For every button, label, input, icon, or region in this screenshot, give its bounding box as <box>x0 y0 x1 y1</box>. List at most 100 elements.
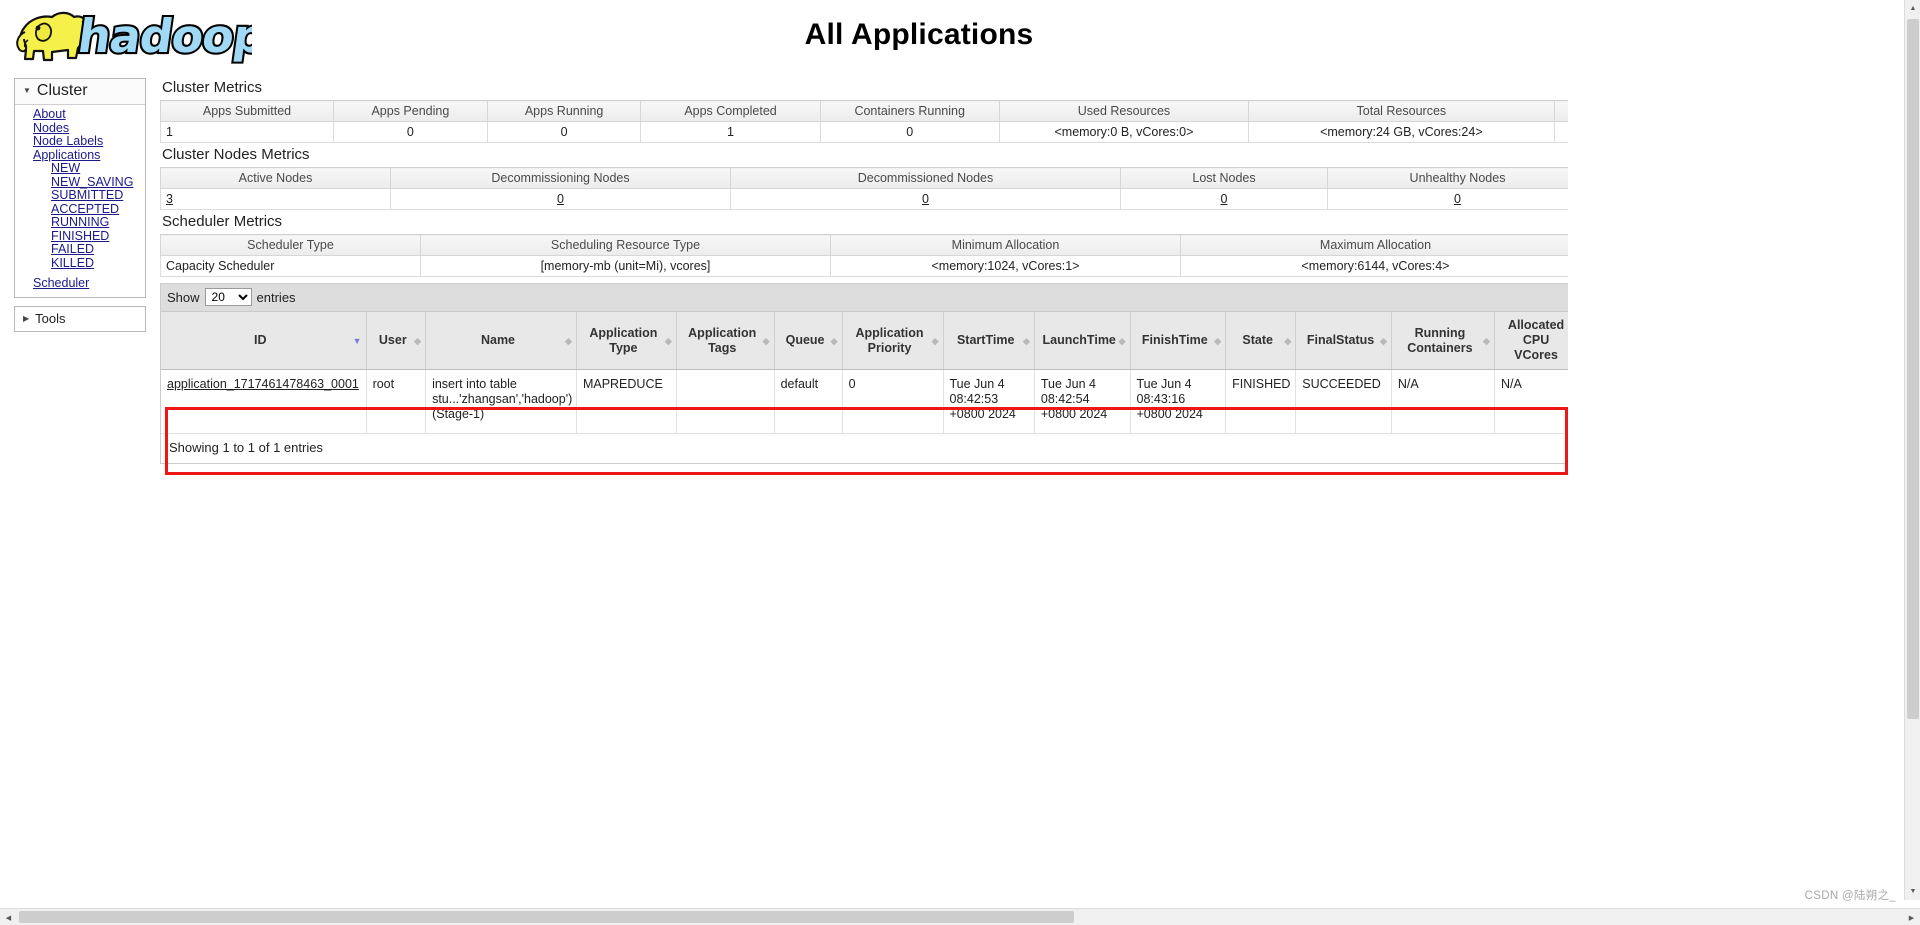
val-unhealthy-nodes[interactable]: 0 <box>1454 192 1461 206</box>
val-lost-nodes[interactable]: 0 <box>1221 192 1228 206</box>
th-user[interactable]: User ◆ <box>366 312 427 370</box>
sidebar-item-submitted[interactable]: SUBMITTED <box>15 188 145 203</box>
cluster-metrics-header-row: Apps Submitted Apps Pending Apps Running… <box>159 100 1568 122</box>
scheduler-metrics-table: Scheduler Type Scheduling Resource Type … <box>160 234 1568 277</box>
cell-application-type: MAPREDUCE <box>576 369 677 434</box>
th-label: Application Priority <box>855 325 924 355</box>
th-running-containers[interactable]: Running Containers ◆ <box>1391 312 1495 370</box>
th-label: State <box>1242 333 1273 347</box>
cluster-nodes-metrics-table: Active Nodes Decommissioning Nodes Decom… <box>160 167 1568 210</box>
th-state[interactable]: State ◆ <box>1225 312 1297 370</box>
th-launchtime[interactable]: LaunchTime ◆ <box>1034 312 1131 370</box>
scheduler-metrics-value-row: Capacity Scheduler [memory-mb (unit=Mi),… <box>160 255 1568 277</box>
sidebar-item-scheduler[interactable]: Scheduler <box>15 276 145 291</box>
sort-icon: ◆ <box>931 335 939 346</box>
col-unhealthy-nodes: Unhealthy Nodes <box>1327 167 1568 189</box>
cell-finalstatus: SUCCEEDED <box>1295 369 1392 434</box>
th-label: StartTime <box>956 333 1015 347</box>
th-finishtime[interactable]: FinishTime ◆ <box>1130 312 1227 370</box>
page-viewport: hadoop All Applications ▼ Cluster About … <box>0 0 1568 900</box>
th-application-tags[interactable]: Application Tags ◆ <box>676 312 775 370</box>
col-maximum-allocation: Maximum Allocation <box>1180 234 1568 256</box>
th-application-type[interactable]: Application Type ◆ <box>576 312 677 370</box>
val-active-nodes[interactable]: 3 <box>166 192 173 206</box>
sort-icon: ◆ <box>1284 335 1292 346</box>
horizontal-scroll-thumb[interactable] <box>19 911 1074 923</box>
col-active-nodes: Active Nodes <box>160 167 391 189</box>
scroll-left-icon[interactable]: ◀ <box>0 909 17 925</box>
scheduler-metrics-title: Scheduler Metrics <box>162 213 283 230</box>
th-queue[interactable]: Queue ◆ <box>774 312 843 370</box>
main-content: Cluster Metrics Apps Submitted Apps Pend… <box>159 78 1568 464</box>
applications-header-row: ID ▼ User ◆ Name ◆ Application Type ◆ Applic… <box>161 312 1568 370</box>
show-label: Show <box>167 289 200 305</box>
cluster-metrics-value-row: 1 0 0 1 0 <memory:0 B, vCores:0> <memory… <box>159 121 1568 143</box>
th-name[interactable]: Name ◆ <box>425 312 577 370</box>
vertical-scrollbar[interactable]: ▲ ▼ <box>1904 0 1920 900</box>
col-apps-completed: Apps Completed <box>640 100 821 122</box>
browser-page: hadoop All Applications ▼ Cluster About … <box>0 0 1920 925</box>
sidebar-tools-panel[interactable]: ▶ Tools <box>14 305 146 332</box>
sidebar-item-new[interactable]: NEW <box>15 161 145 176</box>
sort-icon: ◆ <box>830 335 838 346</box>
th-allocated-cpu-vcores[interactable]: Allocated CPU VCores◆ <box>1494 312 1568 370</box>
sort-desc-icon: ▼ <box>352 335 362 346</box>
sidebar-item-finished[interactable]: FINISHED <box>15 229 145 244</box>
vertical-scroll-thumb[interactable] <box>1907 19 1919 719</box>
val-total-resources: <memory:24 GB, vCores:24> <box>1248 121 1555 143</box>
sidebar-item-about[interactable]: About <box>15 107 145 122</box>
sort-icon: ◆ <box>565 335 572 346</box>
sidebar-item-nodes[interactable]: Nodes <box>15 121 145 136</box>
sidebar-item-failed[interactable]: FAILED <box>15 242 145 257</box>
th-label: Queue <box>785 333 825 347</box>
th-id[interactable]: ID ▼ <box>161 312 367 370</box>
scheduler-metrics-header-row: Scheduler Type Scheduling Resource Type … <box>160 234 1568 256</box>
table-row[interactable]: application_1717461478463_0001 root inse… <box>161 369 1568 434</box>
val-apps-completed: 1 <box>640 121 821 143</box>
th-label: LaunchTime <box>1042 333 1116 347</box>
cell-application-priority: 0 <box>842 369 944 434</box>
sidebar-item-accepted[interactable]: ACCEPTED <box>15 202 145 217</box>
th-application-priority[interactable]: Application Priority ◆ <box>842 312 944 370</box>
page-size-select[interactable]: 20 40 60 80 100 <box>204 288 252 306</box>
page-title: All Applications <box>804 18 1034 51</box>
sidebar-cluster-header[interactable]: ▼ Cluster <box>15 79 145 105</box>
val-maximum-allocation: <memory:6144, vCores:4> <box>1180 255 1568 277</box>
sidebar-item-running[interactable]: RUNNING <box>15 215 145 230</box>
val-decommissioned-nodes[interactable]: 0 <box>922 192 929 206</box>
col-lost-nodes: Lost Nodes <box>1120 167 1328 189</box>
watermark: CSDN @陆朔之_ <box>1804 890 1896 902</box>
horizontal-scrollbar[interactable]: ◀ ▶ <box>0 908 1920 925</box>
sidebar-item-node-labels[interactable]: Node Labels <box>15 134 145 149</box>
cell-finishtime: Tue Jun 4 08:43:16 +0800 2024 <box>1130 369 1227 434</box>
val-apps-pending: 0 <box>333 121 488 143</box>
th-label: Application Type <box>589 325 658 355</box>
scroll-up-icon[interactable]: ▲ <box>1905 0 1920 17</box>
col-containers-running: Containers Running <box>819 100 1000 122</box>
sort-icon: ◆ <box>1118 335 1126 346</box>
sort-icon: ◆ <box>1483 335 1490 346</box>
right-blank-area <box>1568 0 1920 900</box>
applications-table-wrapper: Show 20 40 60 80 100 entries <box>160 283 1568 464</box>
th-label: Application Tags <box>688 325 757 355</box>
sidebar-tools-header[interactable]: ▶ Tools <box>15 307 145 331</box>
col-reserved-resources: Reserved Resources <box>1553 100 1568 122</box>
th-starttime[interactable]: StartTime ◆ <box>943 312 1035 370</box>
sort-icon: ◆ <box>762 335 770 346</box>
col-apps-pending: Apps Pending <box>333 100 488 122</box>
th-label: FinishTime <box>1141 333 1208 347</box>
application-id-link[interactable]: application_1717461478463_0001 <box>167 377 359 391</box>
sidebar-item-killed[interactable]: KILLED <box>15 256 145 271</box>
col-apps-submitted: Apps Submitted <box>159 100 335 122</box>
sidebar-item-new-saving[interactable]: NEW_SAVING <box>15 175 145 190</box>
scroll-right-icon[interactable]: ▶ <box>1903 909 1920 925</box>
th-label: User <box>378 333 407 347</box>
val-decommissioning-nodes[interactable]: 0 <box>557 192 564 206</box>
sidebar-item-applications[interactable]: Applications <box>15 148 145 163</box>
entries-label: entries <box>256 289 296 305</box>
chevron-down-icon: ▼ <box>23 86 31 95</box>
th-finalstatus[interactable]: FinalStatus ◆ <box>1295 312 1392 370</box>
cluster-nodes-metrics-title: Cluster Nodes Metrics <box>162 146 310 163</box>
sidebar: ▼ Cluster About Nodes Node Labels Applic… <box>14 78 146 332</box>
scroll-down-icon[interactable]: ▼ <box>1905 883 1920 900</box>
